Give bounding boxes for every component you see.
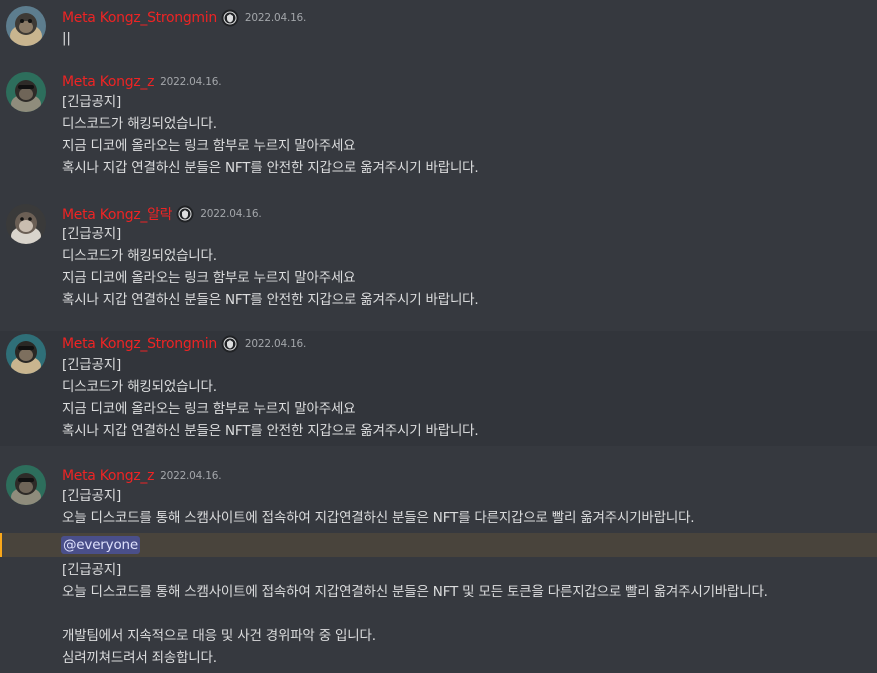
avatar[interactable]	[6, 6, 46, 46]
message-text: 개발팀에서 지속적으로 대응 및 사건 경위파악 중 입니다.	[62, 628, 376, 644]
verified-shield-icon[interactable]	[176, 205, 194, 223]
message-text: 디스코드가 해킹되었습니다.	[62, 379, 217, 395]
message-text: 디스코드가 해킹되었습니다.	[62, 248, 217, 264]
message-text: 지금 디코에 올라오는 링크 함부로 누르지 말아주세요	[62, 401, 356, 417]
message-text: 디스코드가 해킹되었습니다.	[62, 116, 217, 132]
message-text: [긴급공지]	[62, 562, 122, 578]
timestamp[interactable]: 2022.04.16.	[160, 76, 221, 88]
username[interactable]: Meta Kongz_z	[62, 468, 154, 484]
chat-messages[interactable]: Meta Kongz_Strongmin 2022.04.16. || Meta…	[0, 0, 877, 673]
verified-shield-icon[interactable]	[221, 9, 239, 27]
avatar[interactable]	[6, 334, 46, 374]
message-text: 혹시나 지갑 연결하신 분들은 NFT를 안전한 지갑으로 옮겨주시기 바랍니다…	[62, 292, 479, 308]
mention-indicator	[0, 533, 2, 557]
username[interactable]: Meta Kongz_Strongmin	[62, 10, 217, 26]
message-text: 오늘 디스코드를 통해 스캠사이트에 접속하여 지갑연결하신 분들은 NFT 및…	[62, 584, 768, 600]
username[interactable]: Meta Kongz_Strongmin	[62, 336, 217, 352]
timestamp[interactable]: 2022.04.16.	[245, 338, 306, 350]
timestamp[interactable]: 2022.04.16.	[245, 12, 306, 24]
timestamp[interactable]: 2022.04.16.	[160, 470, 221, 482]
message-text: 혹시나 지갑 연결하신 분들은 NFT를 안전한 지갑으로 옮겨주시기 바랍니다…	[62, 160, 479, 176]
avatar[interactable]	[6, 72, 46, 112]
avatar[interactable]	[6, 204, 46, 244]
message-text: 오늘 디스코드를 통해 스캠사이트에 접속하여 지갑연결하신 분들은 NFT를 …	[62, 510, 695, 526]
username[interactable]: Meta Kongz_z	[62, 74, 154, 90]
verified-shield-icon[interactable]	[221, 335, 239, 353]
mention-highlight: @everyone	[0, 533, 877, 557]
message: Meta Kongz_z 2022.04.16. [긴급공지] 디스코드가 해킹…	[0, 62, 877, 192]
message: Meta Kongz_Strongmin 2022.04.16. [긴급공지] …	[0, 331, 877, 446]
message-text: [긴급공지]	[62, 94, 122, 110]
timestamp[interactable]: 2022.04.16.	[200, 208, 261, 220]
message: Meta Kongz_Strongmin 2022.04.16. ||	[0, 0, 877, 62]
message-text: 지금 디코에 올라오는 링크 함부로 누르지 말아주세요	[62, 138, 356, 154]
message-text: [긴급공지]	[62, 488, 122, 504]
message: Meta Kongz_알락 2022.04.16. [긴급공지] 디스코드가 해…	[0, 192, 877, 323]
everyone-mention[interactable]: @everyone	[61, 536, 140, 554]
message-text: 혹시나 지갑 연결하신 분들은 NFT를 안전한 지갑으로 옮겨주시기 바랍니다…	[62, 423, 479, 439]
message-text: 심려끼쳐드려서 죄송합니다.	[62, 650, 217, 666]
message-text: [긴급공지]	[62, 357, 122, 373]
message-text: [긴급공지]	[62, 226, 122, 242]
avatar[interactable]	[6, 465, 46, 505]
message-text: 지금 디코에 올라오는 링크 함부로 누르지 말아주세요	[62, 270, 356, 286]
message-text: ||	[62, 30, 71, 46]
username[interactable]: Meta Kongz_알락	[62, 204, 173, 224]
